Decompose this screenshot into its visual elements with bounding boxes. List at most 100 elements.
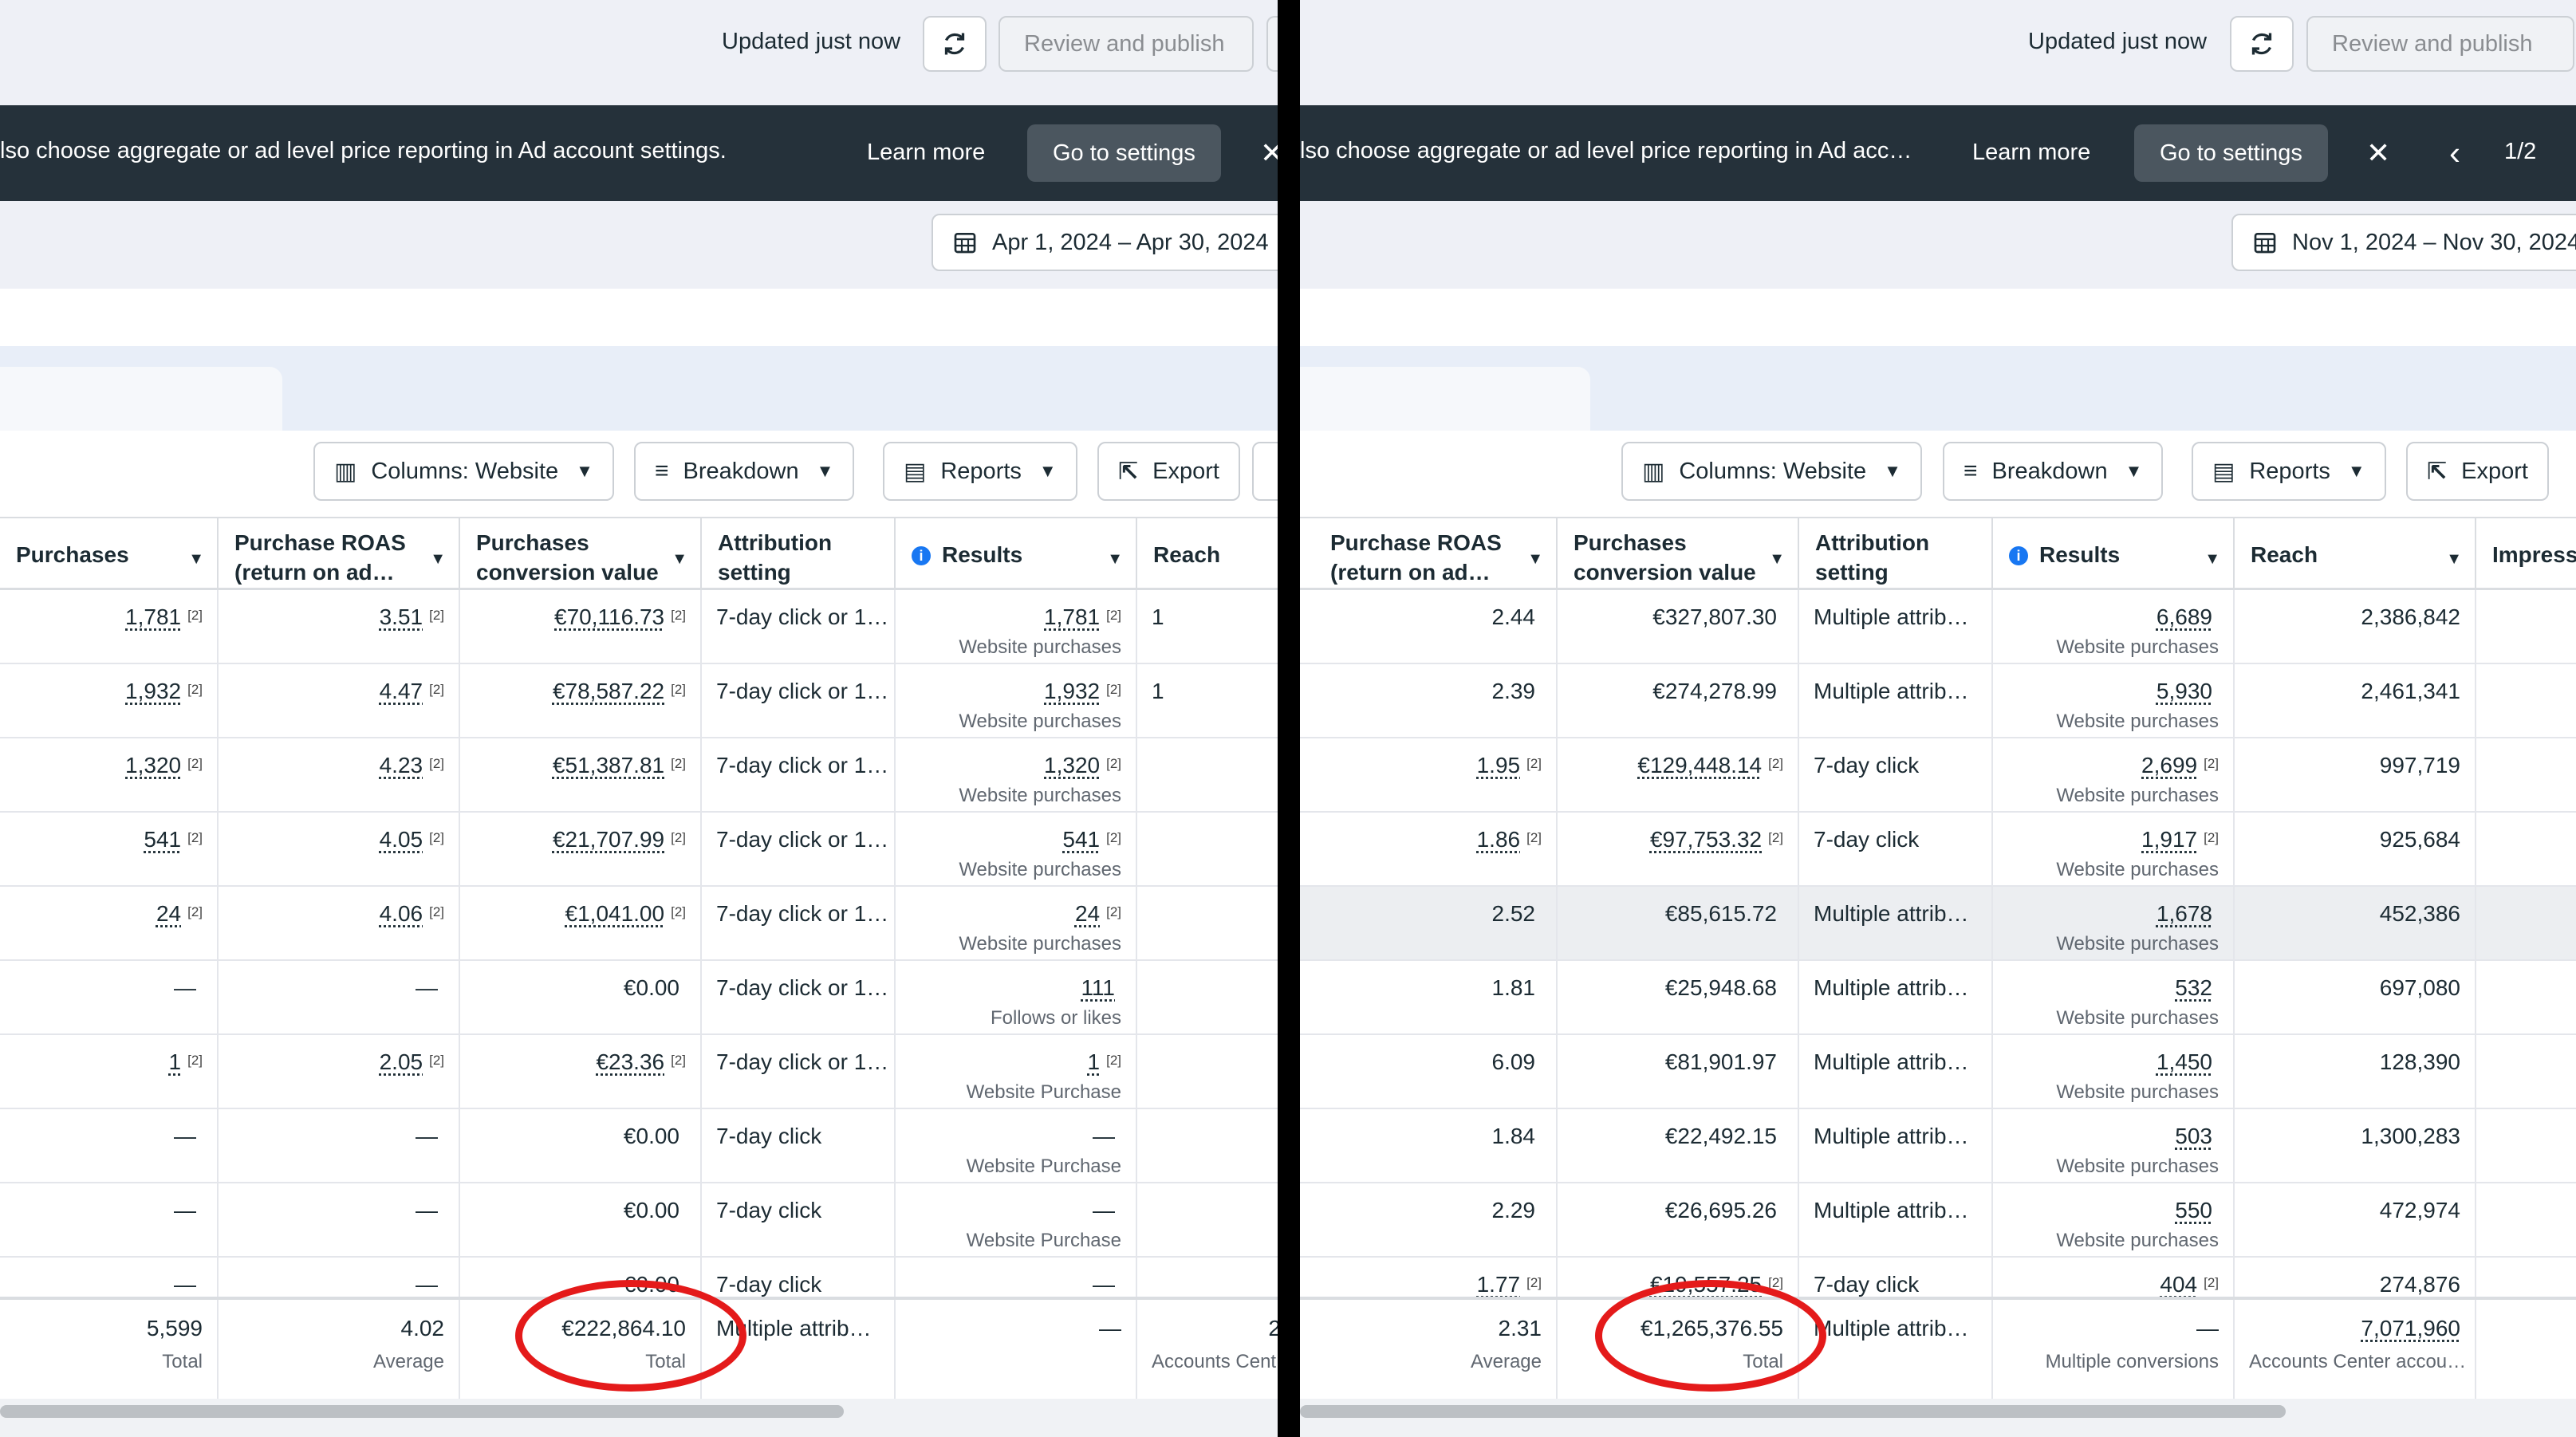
cell-results[interactable]: 1,917 [2] Website purchases [1993, 813, 2235, 887]
cell-results[interactable]: 541 [2] Website purchases [896, 813, 1137, 887]
cell-results[interactable]: 503 Website purchases [1993, 1109, 2235, 1183]
cell-conversion-value: €274,278.99 [1558, 664, 1799, 738]
table-row[interactable]: 1.95 [2] €129,448.14 [2] 7-day click 2,699 [2]… [1300, 738, 2576, 813]
cell-results[interactable]: 1,450 Website purchases [1993, 1035, 2235, 1109]
columns-button[interactable]: ▥ Columns: Website ▼ [1621, 442, 1922, 501]
column-header-conversion-value[interactable]: Purchases conversion value ▼ [1558, 518, 1799, 592]
total-roas: 2.31 Average [1300, 1300, 1558, 1402]
date-range-picker[interactable]: Apr 1, 2024 – Apr 30, 2024 [932, 214, 1278, 271]
caret-down-icon: ▼ [576, 461, 593, 481]
table-row[interactable]: 2.44 €327,807.30 Multiple attrib… 6,689 Webs… [1300, 590, 2576, 664]
column-header-roas[interactable]: Purchase ROAS (return on ad… ▼ [1300, 518, 1558, 592]
refresh-button[interactable] [923, 16, 987, 72]
breakdown-button[interactable]: ≡ Breakdown ▼ [634, 442, 855, 501]
column-header-attribution[interactable]: Attribution setting [702, 518, 896, 592]
cell-reach [1137, 961, 1278, 1035]
date-range-picker[interactable]: Nov 1, 2024 – Nov 30, 2024 [2231, 214, 2576, 271]
cell-reach: 925,684 [2235, 813, 2476, 887]
table-row[interactable]: 1.86 [2] €97,753.32 [2] 7-day click 1,917 [2] W… [1300, 813, 2576, 887]
cell-results[interactable]: 532 Website purchases [1993, 961, 2235, 1035]
active-tab[interactable] [0, 367, 282, 431]
export-button[interactable]: ⇱ Export [1097, 442, 1240, 501]
cell-results[interactable]: 2,699 [2] Website purchases [1993, 738, 2235, 813]
column-header-purchases[interactable]: Purchases ▼ [0, 518, 219, 592]
cell-conversion-value: €327,807.30 [1558, 590, 1799, 664]
table-row[interactable]: — — €0.00 7-day click — Website Purchase [0, 1183, 1278, 1258]
learn-more-link[interactable]: Learn more [1972, 140, 2090, 166]
cell-reach: 1,300,283 [2235, 1109, 2476, 1183]
table-row[interactable]: 1,932 [2] 4.47 [2] €78,587.22 [2] 7-day click … [0, 664, 1278, 738]
reports-button[interactable]: ▤ Reports ▼ [2192, 442, 2386, 501]
cell-results[interactable]: — Website Purchase [896, 1109, 1137, 1183]
cell-reach [1137, 887, 1278, 961]
cell-attribution: Multiple attrib… [1799, 1109, 1993, 1183]
column-header-reach[interactable]: Reach [1137, 518, 1278, 592]
table-row[interactable]: 1.81 €25,948.68 Multiple attrib… 532 Website… [1300, 961, 2576, 1035]
scrollbar-thumb[interactable] [1300, 1405, 2286, 1418]
cell-reach: 697,080 [2235, 961, 2476, 1035]
cell-results[interactable]: 1,932 [2] Website purchases [896, 664, 1137, 738]
review-publish-button[interactable]: Review and publish [998, 16, 1254, 72]
cell-impressions [2476, 590, 2576, 664]
table-row[interactable]: 1 [2] 2.05 [2] €23.36 [2] 7-day click or 1… 1 [2… [0, 1035, 1278, 1109]
cell-results[interactable]: 1,320 [2] Website purchases [896, 738, 1137, 813]
cell-results[interactable]: 550 Website purchases [1993, 1183, 2235, 1258]
cell-attribution: 7-day click [1799, 813, 1993, 887]
column-header-conversion-value[interactable]: Purchases conversion value ▼ [460, 518, 702, 592]
table-row[interactable]: 24 [2] 4.06 [2] €1,041.00 [2] 7-day click or 1… [0, 887, 1278, 961]
cell-results[interactable]: 1,781 [2] Website purchases [896, 590, 1137, 664]
scrollbar-thumb[interactable] [0, 1405, 844, 1418]
review-publish-button[interactable]: Review and publish [2306, 16, 2574, 72]
cell-roas: 2.05 [2] [219, 1035, 460, 1109]
horizontal-scrollbar[interactable] [0, 1399, 1278, 1437]
cell-purchases: — [0, 1109, 219, 1183]
cell-roas: — [219, 1183, 460, 1258]
go-to-settings-button[interactable]: Go to settings [2134, 124, 2328, 182]
table-row[interactable]: 2.29 €26,695.26 Multiple attrib… 550 Website… [1300, 1183, 2576, 1258]
columns-button[interactable]: ▥ Columns: Website ▼ [313, 442, 614, 501]
cell-results[interactable]: 1,678 Website purchases [1993, 887, 2235, 961]
table-row[interactable]: 6.09 €81,901.97 Multiple attrib… 1,450 Websi… [1300, 1035, 2576, 1109]
table-row[interactable]: 2.39 €274,278.99 Multiple attrib… 5,930 Webs… [1300, 664, 2576, 738]
cell-reach: 452,386 [2235, 887, 2476, 961]
column-header-results[interactable]: i Results ▼ [896, 518, 1137, 592]
table-row[interactable]: 1,781 [2] 3.51 [2] €70,116.73 [2] 7-day click … [0, 590, 1278, 664]
reports-button[interactable]: ▤ Reports ▼ [883, 442, 1077, 501]
reports-icon: ▤ [904, 458, 927, 485]
updated-status: Updated just now [2028, 29, 2208, 54]
active-tab[interactable] [1300, 367, 1590, 431]
column-header-attribution[interactable]: Attribution setting [1799, 518, 1993, 592]
table-row[interactable]: — — €0.00 7-day click or 1… 111 Follows or li… [0, 961, 1278, 1035]
chevron-left-icon[interactable]: ‹ [2449, 136, 2460, 170]
go-to-settings-button[interactable]: Go to settings [1027, 124, 1221, 182]
cell-results[interactable]: 111 Follows or likes [896, 961, 1137, 1035]
table-row[interactable]: 1.84 €22,492.15 Multiple attrib… 503 Website… [1300, 1109, 2576, 1183]
column-header-reach[interactable]: Reach ▼ [2235, 518, 2476, 592]
more-toolbar-button[interactable] [1252, 442, 1278, 501]
cell-results[interactable]: 1 [2] Website Purchase [896, 1035, 1137, 1109]
horizontal-scrollbar[interactable] [1300, 1399, 2576, 1437]
column-header-roas[interactable]: Purchase ROAS (return on ad… ▼ [219, 518, 460, 592]
table-row[interactable]: 2.52 €85,615.72 Multiple attrib… 1,678 Websi… [1300, 887, 2576, 961]
export-button[interactable]: ⇱ Export [2406, 442, 2549, 501]
cell-results[interactable]: — Website Purchase [896, 1183, 1137, 1258]
cell-attribution: Multiple attrib… [1799, 664, 1993, 738]
more-button[interactable] [1266, 16, 1278, 72]
table-row[interactable]: — — €0.00 7-day click — Website Purchase [0, 1109, 1278, 1183]
cell-roas: 4.47 [2] [219, 664, 460, 738]
cell-attribution: 7-day click [702, 1109, 896, 1183]
cell-results[interactable]: 24 [2] Website purchases [896, 887, 1137, 961]
cell-results[interactable]: 5,930 Website purchases [1993, 664, 2235, 738]
close-icon[interactable]: ✕ [1260, 137, 1278, 169]
banner-message: lso choose aggregate or ad level price r… [0, 138, 727, 163]
column-header-results[interactable]: i Results ▼ [1993, 518, 2235, 592]
close-icon[interactable]: ✕ [2366, 137, 2390, 169]
refresh-button[interactable] [2230, 16, 2294, 72]
learn-more-link[interactable]: Learn more [867, 140, 985, 166]
column-header-impressions[interactable]: Impress [2476, 518, 2576, 592]
table-header: Purchase ROAS (return on ad… ▼ Purchases … [1300, 517, 2576, 592]
table-row[interactable]: 1,320 [2] 4.23 [2] €51,387.81 [2] 7-day click … [0, 738, 1278, 813]
cell-results[interactable]: 6,689 Website purchases [1993, 590, 2235, 664]
breakdown-button[interactable]: ≡ Breakdown ▼ [1943, 442, 2164, 501]
table-row[interactable]: 541 [2] 4.05 [2] €21,707.99 [2] 7-day click or… [0, 813, 1278, 887]
